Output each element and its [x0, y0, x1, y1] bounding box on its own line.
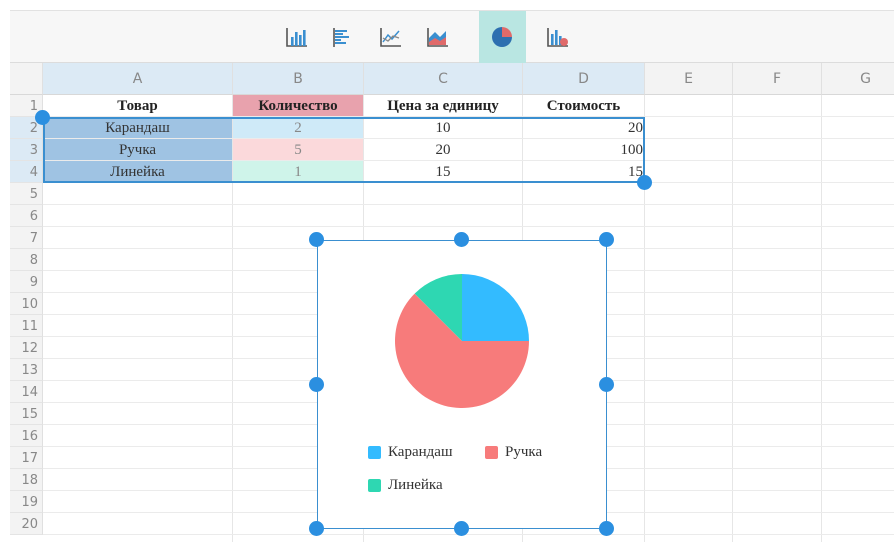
- line-chart-icon: [379, 27, 401, 47]
- row-header-4[interactable]: 4: [10, 161, 43, 183]
- spreadsheet-grid: ABCDEFG 1 2 3 4 5 6 7 8 9 10 11 12 13 14 15 16 17 18 19 20 …: [10, 63, 894, 542]
- grid-row-line: [43, 534, 894, 535]
- row-header-17[interactable]: 17: [10, 447, 43, 469]
- legend-label: Ручка: [505, 444, 543, 460]
- column-header-g[interactable]: G: [822, 63, 894, 95]
- cell-c2[interactable]: 10: [364, 117, 522, 138]
- grid-row-line: [43, 204, 894, 205]
- legend-item[interactable]: Линейка: [368, 477, 443, 494]
- row-header-18[interactable]: 18: [10, 469, 43, 491]
- pie-slice: [462, 274, 529, 341]
- row-header-7[interactable]: 7: [10, 227, 43, 249]
- grid-column-line: [732, 95, 733, 542]
- chart-type-toolbar: [10, 10, 894, 64]
- bar-chart-delete-icon: [546, 27, 568, 47]
- selection-handle-bottom-right[interactable]: [637, 175, 652, 190]
- chart-resize-handle-bottom-left[interactable]: [309, 521, 324, 536]
- cell-b4[interactable]: 1: [233, 161, 363, 182]
- cell-b1[interactable]: Количество: [233, 95, 363, 116]
- cell-a1[interactable]: Товар: [43, 95, 232, 116]
- pie-chart: [395, 274, 529, 408]
- row-header-19[interactable]: 19: [10, 491, 43, 513]
- legend-item[interactable]: Карандаш: [368, 444, 453, 461]
- row-header-13[interactable]: 13: [10, 359, 43, 381]
- legend-label: Карандаш: [388, 444, 453, 460]
- column-header-d[interactable]: D: [523, 63, 645, 95]
- row-header-12[interactable]: 12: [10, 337, 43, 359]
- area-chart-button[interactable]: [414, 11, 461, 64]
- pie-chart-icon: [491, 26, 512, 47]
- row-header-8[interactable]: 8: [10, 249, 43, 271]
- horizontal-bar-chart-icon: [332, 27, 349, 47]
- grid-row-line: [43, 182, 894, 183]
- column-header-e[interactable]: E: [645, 63, 733, 95]
- chart-resize-handle-middle-right[interactable]: [599, 376, 614, 392]
- chart-resize-handle-top-right[interactable]: [599, 232, 614, 247]
- grid-column-line: [821, 95, 822, 542]
- legend-label: Линейка: [388, 477, 443, 493]
- row-header-11[interactable]: 11: [10, 315, 43, 337]
- row-header-14[interactable]: 14: [10, 381, 43, 403]
- column-header-a[interactable]: A: [43, 63, 233, 95]
- line-chart-button[interactable]: [367, 11, 414, 64]
- row-header-15[interactable]: 15: [10, 403, 43, 425]
- chart-widget[interactable]: Карандаш Ручка Линейка: [317, 240, 607, 529]
- chart-resize-handle-middle-left[interactable]: [309, 376, 324, 392]
- row-header-6[interactable]: 6: [10, 205, 43, 227]
- bar-chart-delete-button[interactable]: [534, 11, 581, 64]
- cell-b2[interactable]: 2: [233, 117, 363, 138]
- row-header-16[interactable]: 16: [10, 425, 43, 447]
- legend-swatch: [368, 446, 381, 459]
- column-header-c[interactable]: C: [364, 63, 523, 95]
- cell-a3[interactable]: Ручка: [43, 139, 232, 160]
- cell-d1[interactable]: Стоимость: [523, 95, 644, 116]
- bar-chart-icon: [285, 27, 307, 47]
- cell-c1[interactable]: Цена за единицу: [364, 95, 522, 116]
- cell-d2[interactable]: 20: [523, 117, 644, 138]
- chart-resize-handle-bottom-center[interactable]: [454, 521, 469, 536]
- chart-resize-handle-top-left[interactable]: [309, 232, 324, 247]
- grid-column-line: [644, 95, 645, 542]
- column-header-b[interactable]: B: [233, 63, 364, 95]
- row-header-3[interactable]: 3: [10, 139, 43, 161]
- row-header-9[interactable]: 9: [10, 271, 43, 293]
- cell-a4[interactable]: Линейка: [43, 161, 232, 182]
- cell-b3[interactable]: 5: [233, 139, 363, 160]
- pie-chart-button[interactable]: [479, 11, 526, 64]
- area-chart-icon: [426, 27, 448, 47]
- row-header-5[interactable]: 5: [10, 183, 43, 205]
- legend-swatch: [368, 479, 381, 492]
- cell-c3[interactable]: 20: [364, 139, 522, 160]
- legend-item[interactable]: Ручка: [485, 444, 542, 461]
- legend-swatch: [485, 446, 498, 459]
- cell-d3[interactable]: 100: [523, 139, 644, 160]
- row-header-20[interactable]: 20: [10, 513, 43, 535]
- grid-row-line: [43, 226, 894, 227]
- bar-chart-button[interactable]: [273, 11, 320, 64]
- cell-d4[interactable]: 15: [523, 161, 644, 182]
- chart-resize-handle-top-center[interactable]: [454, 232, 469, 247]
- chart-resize-handle-bottom-right[interactable]: [599, 521, 614, 536]
- row-header-10[interactable]: 10: [10, 293, 43, 315]
- cell-a2[interactable]: Карандаш: [43, 117, 232, 138]
- horizontal-bar-chart-button[interactable]: [320, 11, 367, 64]
- column-header-f[interactable]: F: [733, 63, 822, 95]
- cell-c4[interactable]: 15: [364, 161, 522, 182]
- grid-corner[interactable]: [10, 63, 43, 95]
- selection-handle-top-left[interactable]: [35, 110, 50, 125]
